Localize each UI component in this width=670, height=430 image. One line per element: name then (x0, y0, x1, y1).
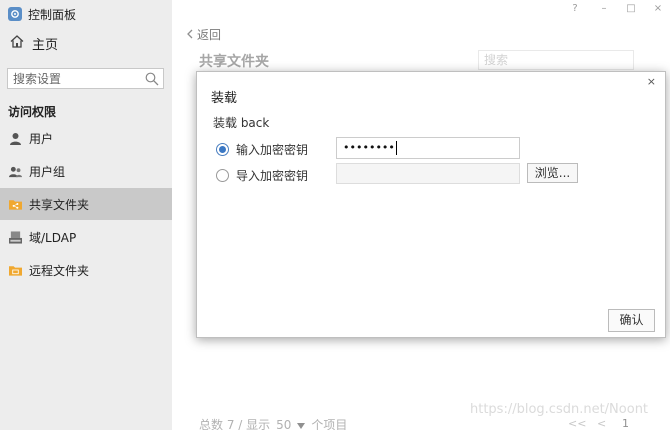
sidebar-item-remote-folders[interactable]: 远程文件夹 (0, 254, 172, 286)
user-icon (9, 132, 22, 145)
browse-button[interactable]: 浏览... (527, 163, 578, 183)
app-title-text: 控制面板 (28, 7, 77, 22)
settings-search-box[interactable] (7, 68, 164, 89)
home-label: 主页 (32, 37, 59, 53)
settings-search-input[interactable] (13, 71, 143, 86)
user-group-icon (9, 165, 22, 178)
option-import-key-label: 导入加密密钥 (236, 169, 309, 183)
sidebar: 控制面板 主页 访问权限 用户 用户组 共享文件夹 域/ (0, 0, 172, 430)
dialog-subtitle: 装载 back (213, 116, 270, 130)
sidebar-item-users[interactable]: 用户 (0, 122, 172, 154)
search-icon[interactable] (145, 72, 159, 89)
section-title-access: 访问权限 (8, 105, 57, 119)
key-file-path-input (336, 163, 520, 184)
option-import-key[interactable]: 导入加密密钥 (216, 167, 308, 184)
shared-folder-icon (9, 198, 22, 211)
sidebar-item-ldap[interactable]: 域/LDAP (0, 221, 172, 253)
sidebar-item-label: 共享文件夹 (29, 197, 90, 212)
dialog-close-icon[interactable]: × (647, 75, 656, 88)
radio-import-key[interactable] (216, 169, 229, 182)
sidebar-item-shared-folders[interactable]: 共享文件夹 (0, 188, 172, 220)
control-panel-icon (8, 7, 22, 21)
option-enter-key-label: 输入加密密钥 (236, 143, 309, 157)
sidebar-item-home[interactable]: 主页 (10, 33, 58, 53)
app-title: 控制面板 (8, 5, 76, 23)
sidebar-item-label: 用户组 (29, 164, 66, 179)
confirm-button[interactable]: 确认 (608, 309, 655, 332)
ldap-icon (9, 230, 22, 244)
password-mask: •••••••• (343, 141, 395, 154)
sidebar-item-label: 域/LDAP (29, 230, 77, 245)
dialog-title: 装载 (211, 91, 238, 106)
remote-folder-icon (9, 264, 22, 277)
home-icon (10, 34, 24, 52)
encryption-key-input[interactable]: •••••••• (336, 137, 520, 159)
option-enter-key[interactable]: 输入加密密钥 (216, 141, 308, 158)
mount-dialog: × 装载 装载 back 输入加密密钥 •••••••• 导入加密密钥 浏览..… (196, 71, 666, 338)
sidebar-item-user-groups[interactable]: 用户组 (0, 155, 172, 187)
text-caret (395, 141, 397, 155)
radio-enter-key[interactable] (216, 143, 229, 156)
sidebar-item-label: 远程文件夹 (29, 263, 90, 278)
sidebar-item-label: 用户 (29, 131, 54, 146)
